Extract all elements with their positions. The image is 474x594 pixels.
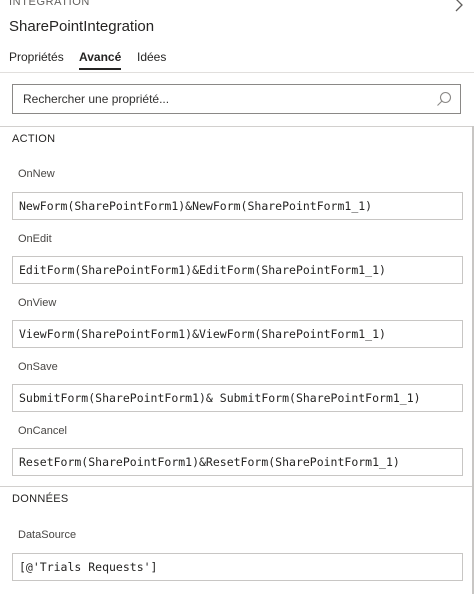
property-label-onview: OnView — [18, 297, 57, 309]
formula-field-onview[interactable]: ViewForm(SharePointForm1)&ViewForm(Share… — [12, 320, 463, 348]
panel-category: INTEGRATION — [9, 0, 90, 8]
tab-idees[interactable]: Idées — [137, 50, 166, 70]
section-title-action: ACTION — [12, 133, 56, 145]
formula-field-datasource[interactable]: [@'Trials Requests'] — [12, 553, 463, 581]
property-label-onsave: OnSave — [18, 361, 58, 373]
formula-field-oncancel[interactable]: ResetForm(SharePointForm1)&ResetForm(Sha… — [12, 448, 463, 476]
formula-field-onsave[interactable]: SubmitForm(SharePointForm1)& SubmitForm(… — [12, 384, 463, 412]
chevron-right-icon[interactable] — [452, 0, 466, 12]
formula-field-onedit[interactable]: EditForm(SharePointForm1)&EditForm(Share… — [12, 256, 463, 284]
tab-bar: Propriétés Avancé Idées — [0, 50, 474, 72]
tab-proprietes[interactable]: Propriétés — [9, 50, 64, 70]
tab-avance[interactable]: Avancé — [79, 50, 122, 70]
search-box — [12, 84, 461, 114]
panel-header: INTEGRATION SharePointIntegration Propri… — [0, 0, 474, 126]
property-label-datasource: DataSource — [18, 529, 77, 541]
search-input[interactable] — [23, 85, 423, 113]
property-label-onnew: OnNew — [18, 168, 55, 180]
panel-title: SharePointIntegration — [9, 18, 155, 35]
property-label-oncancel: OnCancel — [18, 425, 67, 437]
formula-field-onnew[interactable]: NewForm(SharePointForm1)&NewForm(SharePo… — [12, 192, 463, 220]
search-icon[interactable] — [436, 91, 452, 107]
tabs-divider — [0, 72, 474, 73]
section-title-donnees: DONNÉES — [12, 493, 69, 505]
property-label-onedit: OnEdit — [18, 233, 52, 245]
section-divider — [0, 486, 474, 487]
section-divider — [0, 126, 474, 127]
